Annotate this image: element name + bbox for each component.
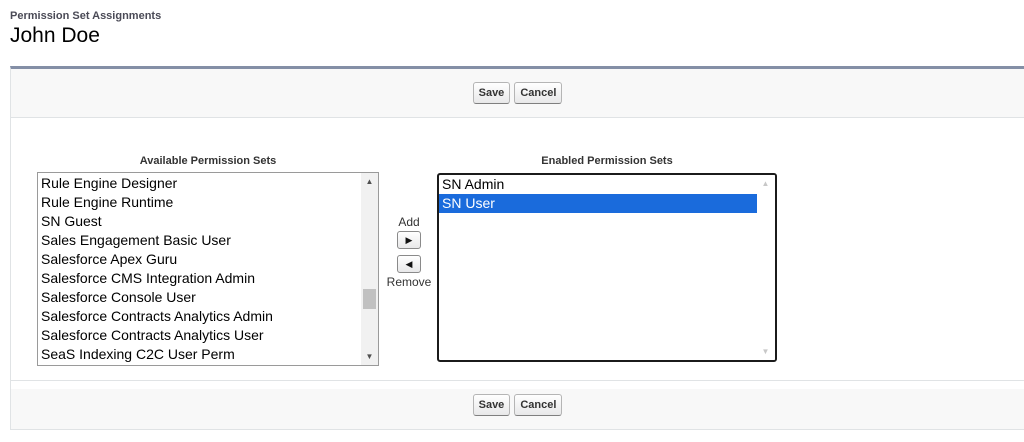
scrollbar-thumb[interactable] (363, 289, 376, 310)
assignment-panel: Save Cancel Available Permission Sets En… (10, 66, 1024, 430)
mover-controls: Add ▶ ◀ Remove (381, 215, 437, 289)
save-button-top[interactable]: Save (472, 82, 511, 104)
top-button-bar: Save Cancel (11, 69, 1024, 118)
page-subtitle: Permission Set Assignments (10, 10, 162, 22)
scroll-up-arrow-icon[interactable]: ▲ (361, 173, 378, 190)
page-header: Permission Set Assignments John Doe (10, 10, 161, 48)
enabled-option[interactable]: SN Admin (439, 175, 757, 194)
enabled-list-scrollbar[interactable]: ▲ ▼ (757, 175, 775, 360)
available-list-label: Available Permission Sets (139, 155, 277, 167)
enabled-options: SN Admin SN User (439, 175, 757, 213)
remove-button[interactable]: ◀ (397, 255, 421, 273)
enabled-permission-sets-list[interactable]: SN Admin SN User ▲ ▼ (437, 173, 777, 362)
available-option[interactable]: Sales Engagement Basic User (38, 231, 361, 250)
triangle-left-icon: ◀ (405, 258, 413, 269)
page-title: John Doe (10, 24, 100, 47)
cancel-button-top[interactable]: Cancel (514, 82, 563, 104)
scroll-down-arrow-icon[interactable]: ▼ (361, 348, 378, 365)
available-permission-sets-list[interactable]: Rule Engine Designer Rule Engine Runtime S… (37, 172, 379, 366)
add-button[interactable]: ▶ (397, 231, 421, 249)
available-option[interactable]: Rule Engine Designer (38, 174, 361, 193)
scroll-up-arrow-icon[interactable]: ▲ (757, 175, 774, 192)
available-option[interactable]: Salesforce Console User (38, 288, 361, 307)
available-option[interactable]: SN Guest (38, 212, 361, 231)
cancel-button-bottom[interactable]: Cancel (514, 394, 563, 416)
available-option[interactable]: Salesforce Apex Guru (38, 250, 361, 269)
bottom-button-bar: Save Cancel (11, 380, 1024, 429)
available-option[interactable]: SeaS Indexing C2C User Perm (38, 345, 361, 364)
remove-label: Remove (386, 275, 432, 289)
available-option[interactable]: Salesforce Contracts Analytics User (38, 326, 361, 345)
available-options: Rule Engine Designer Rule Engine Runtime S… (38, 174, 361, 364)
triangle-right-icon: ▶ (405, 234, 413, 245)
available-option[interactable]: Salesforce CMS Integration Admin (38, 269, 361, 288)
available-option[interactable]: Salesforce Contracts Analytics Admin (38, 307, 361, 326)
enabled-option[interactable]: SN User (439, 194, 757, 213)
enabled-list-label: Enabled Permission Sets (541, 155, 673, 167)
scroll-down-arrow-icon[interactable]: ▼ (757, 343, 774, 360)
add-label: Add (398, 215, 420, 229)
save-button-bottom[interactable]: Save (472, 394, 511, 416)
available-option[interactable]: Rule Engine Runtime (38, 193, 361, 212)
available-list-scrollbar[interactable]: ▲ ▼ (361, 173, 378, 365)
